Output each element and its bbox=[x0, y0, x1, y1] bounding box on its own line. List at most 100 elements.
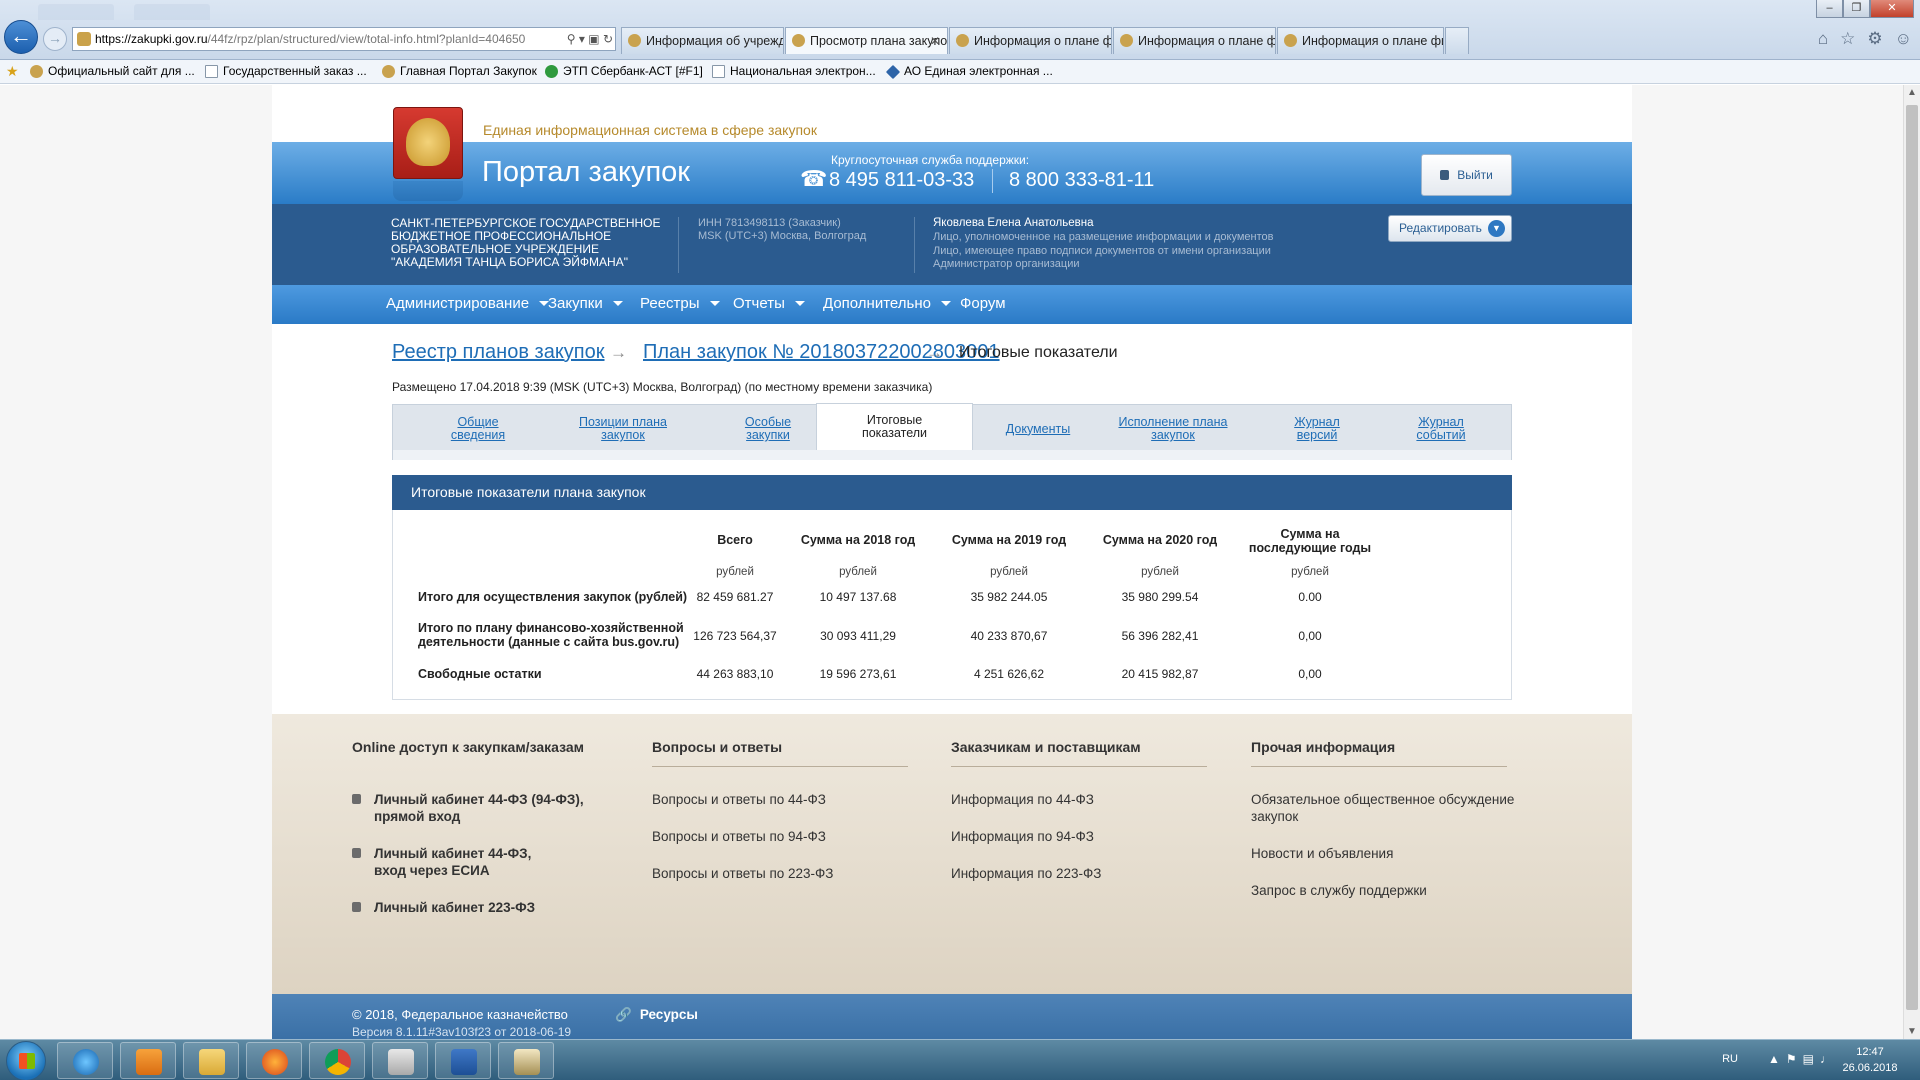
browser-tab[interactable]: Информация об учреждении bbox=[621, 27, 784, 54]
tab-close-icon[interactable]: ✕ bbox=[930, 28, 940, 54]
resources-link[interactable]: 🔗 Ресурсы bbox=[615, 1007, 698, 1023]
tab-line: событий bbox=[1416, 428, 1466, 442]
dropdown-icon[interactable]: ▾ bbox=[579, 32, 585, 46]
footer-link-cabinet-44fz[interactable]: Личный кабинет 44-ФЗ (94-ФЗ), прямой вход bbox=[352, 791, 632, 825]
action-center-flag-icon[interactable]: ⚑ bbox=[1786, 1052, 1803, 1066]
table-cell: 30 093 411,29 bbox=[820, 629, 896, 643]
footer-link[interactable]: Новости и объявления bbox=[1251, 845, 1393, 862]
taskbar-chrome[interactable] bbox=[309, 1042, 365, 1079]
bookmark[interactable]: АО Единая электронная ... bbox=[885, 60, 1053, 83]
breadcrumb-plans-registry[interactable]: Реестр планов закупок bbox=[392, 341, 605, 364]
bookmark[interactable]: Государственный заказ ... bbox=[205, 60, 367, 83]
portal-title[interactable]: Портал закупок bbox=[482, 156, 690, 189]
footer-link[interactable]: Информация по 223-ФЗ bbox=[951, 865, 1101, 882]
address-bar[interactable]: https://zakupki.gov.ru/44fz/rpz/plan/str… bbox=[72, 27, 616, 51]
coat-of-arms-emblem[interactable] bbox=[393, 107, 463, 179]
forward-button[interactable]: → bbox=[43, 27, 67, 51]
close-window-icon[interactable]: ✕ bbox=[1870, 0, 1914, 18]
diamond-icon bbox=[885, 64, 901, 80]
scroll-down-icon[interactable]: ▼ bbox=[1904, 1026, 1920, 1037]
nav-item-forum[interactable]: Форум bbox=[960, 285, 1006, 324]
tab-general-info[interactable]: Общие сведения bbox=[423, 405, 533, 453]
footer-link[interactable]: Информация по 94-ФЗ bbox=[951, 828, 1094, 845]
browser-tab[interactable]: Информация о плане финан... bbox=[1113, 27, 1276, 54]
table-row-label: Свободные остатки bbox=[418, 667, 542, 681]
lock-icon bbox=[352, 848, 361, 858]
footer-link[interactable]: Вопросы и ответы по 223-ФЗ bbox=[652, 865, 833, 882]
taskbar-word[interactable] bbox=[435, 1042, 491, 1079]
taskbar-ie[interactable] bbox=[57, 1042, 113, 1079]
totals-table: Всего Сумма на 2018 год Сумма на 2019 го… bbox=[392, 510, 1512, 700]
volume-icon[interactable]: ♩ bbox=[1820, 1052, 1838, 1066]
organization-name: САНКТ-ПЕТЕРБУРГСКОЕ ГОСУДАРСТВЕННОЕ БЮДЖ… bbox=[391, 216, 661, 269]
refresh-icon[interactable]: ↻ bbox=[603, 32, 613, 46]
bookmark[interactable]: ЭТП Сбербанк-АСТ [#F1] bbox=[545, 60, 703, 83]
footer-link[interactable]: Запрос в службу поддержки bbox=[1251, 882, 1427, 899]
network-icon[interactable]: ▤ bbox=[1803, 1052, 1820, 1066]
tab-plan-execution[interactable]: Исполнение плана закупок bbox=[1098, 405, 1248, 453]
restore-icon[interactable]: ❐ bbox=[1843, 0, 1870, 18]
taskbar-media-player[interactable] bbox=[120, 1042, 176, 1079]
scroll-up-icon[interactable]: ▲ bbox=[1904, 87, 1920, 98]
nav-item-administration[interactable]: Администрирование bbox=[386, 285, 550, 324]
bookmark[interactable]: Главная Портал Закупок bbox=[382, 60, 537, 83]
breadcrumb-plan-number[interactable]: План закупок № 201803722002803001 bbox=[643, 341, 1000, 364]
table-cell: 56 396 282,41 bbox=[1121, 629, 1199, 643]
bookmark-label: Государственный заказ ... bbox=[223, 64, 367, 78]
back-button[interactable]: ← bbox=[4, 20, 38, 54]
tab-event-log[interactable]: Журнал событий bbox=[1401, 405, 1481, 453]
logout-button[interactable]: Выйти bbox=[1421, 154, 1512, 196]
new-tab-button[interactable] bbox=[1445, 27, 1469, 54]
tab-plan-positions[interactable]: Позиции плана закупок bbox=[553, 405, 693, 453]
home-icon[interactable]: ⌂ bbox=[1818, 29, 1828, 49]
nav-item-registries[interactable]: Реестры bbox=[640, 285, 720, 324]
search-icon[interactable]: ⚲ bbox=[567, 32, 576, 46]
clock-date[interactable]: 26.06.2018 bbox=[1842, 1062, 1898, 1074]
taskbar-app[interactable] bbox=[372, 1042, 428, 1079]
scrollbar-thumb[interactable] bbox=[1906, 105, 1918, 1010]
footer-link[interactable]: Обязательное общественное обсуждение заку… bbox=[1251, 791, 1551, 825]
taskbar-explorer[interactable] bbox=[183, 1042, 239, 1079]
edit-button[interactable]: Редактировать ▼ bbox=[1388, 215, 1512, 242]
favorites-add-icon[interactable]: ★ bbox=[6, 60, 19, 83]
start-button[interactable] bbox=[6, 1041, 46, 1080]
lock-icon: ▣ bbox=[588, 32, 600, 46]
footer-link-cabinet-esia[interactable]: Личный кабинет 44-ФЗ, вход через ЕСИА bbox=[352, 845, 632, 879]
browser-tab-active[interactable]: Просмотр плана закупок ✕ bbox=[785, 27, 948, 54]
tab-documents[interactable]: Документы bbox=[983, 405, 1093, 453]
link-line: прямой вход bbox=[374, 809, 461, 824]
page-icon bbox=[205, 65, 218, 78]
nav-item-purchases[interactable]: Закупки bbox=[548, 285, 623, 324]
clock-time[interactable]: 12:47 bbox=[1842, 1046, 1898, 1058]
tab-special-purchases[interactable]: Особые закупки bbox=[703, 405, 833, 453]
tab-totals[interactable]: Итоговые показатели bbox=[816, 403, 973, 450]
version-info: Версия 8.1.11#3аv103f23 от 2018-06-19 bbox=[352, 1025, 572, 1039]
language-indicator[interactable]: RU bbox=[1722, 1053, 1738, 1065]
nav-item-reports[interactable]: Отчеты bbox=[733, 285, 805, 324]
nav-item-additional[interactable]: Дополнительно bbox=[823, 285, 951, 324]
vertical-scrollbar[interactable]: ▲ ▼ bbox=[1903, 85, 1920, 1039]
taskbar-firefox[interactable] bbox=[246, 1042, 302, 1079]
favorites-star-icon[interactable]: ☆ bbox=[1840, 29, 1855, 49]
show-hidden-icon[interactable]: ▲ bbox=[1768, 1052, 1786, 1066]
tab-label: Информация о плане финан... bbox=[974, 34, 1111, 48]
browser-tab[interactable]: Информация о плане финан... bbox=[1277, 27, 1444, 54]
table-cell: 35 980 299.54 bbox=[1121, 590, 1199, 604]
footer-link[interactable]: Информация по 44-ФЗ bbox=[951, 791, 1094, 808]
bookmark[interactable]: Национальная электрон... bbox=[712, 60, 876, 83]
smiley-icon[interactable]: ☺ bbox=[1895, 29, 1912, 49]
taskbar-app[interactable] bbox=[498, 1042, 554, 1079]
table-cell: 20 415 982,87 bbox=[1121, 667, 1199, 681]
footer-link[interactable]: Вопросы и ответы по 44-ФЗ bbox=[652, 791, 826, 808]
tab-favicon-icon bbox=[956, 34, 969, 47]
settings-gear-icon[interactable]: ⚙ bbox=[1867, 29, 1882, 49]
footer-link[interactable]: Вопросы и ответы по 94-ФЗ bbox=[652, 828, 826, 845]
minimize-icon[interactable]: – bbox=[1816, 0, 1843, 18]
tab-version-log[interactable]: Журнал версий bbox=[1277, 405, 1357, 453]
bookmark[interactable]: Официальный сайт для ... bbox=[30, 60, 195, 83]
background-window-tabs bbox=[38, 4, 618, 24]
caret-down-icon bbox=[940, 301, 951, 306]
browser-tab[interactable]: Информация о плане финан... bbox=[949, 27, 1112, 54]
logout-label: Выйти bbox=[1457, 168, 1493, 182]
footer-link-cabinet-223fz[interactable]: Личный кабинет 223-ФЗ bbox=[352, 899, 632, 916]
